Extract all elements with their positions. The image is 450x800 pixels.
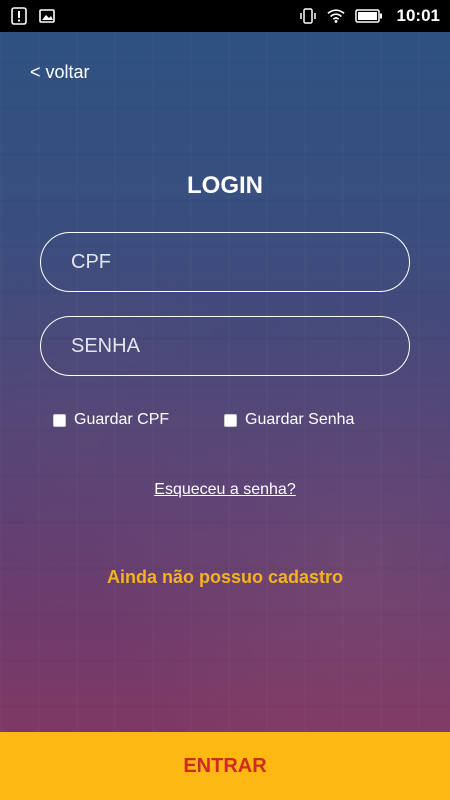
login-screen: 10:01 < voltar LOGIN Guardar CPF Guardar… [0, 0, 450, 800]
cpf-input[interactable] [40, 232, 410, 292]
checkbox-box[interactable] [224, 413, 237, 427]
remember-password-label: Guardar Senha [245, 411, 355, 428]
password-input[interactable] [40, 316, 410, 376]
page-title: LOGIN [187, 172, 263, 199]
back-link[interactable]: < voltar [30, 62, 90, 83]
status-left [10, 7, 56, 25]
status-right: 10:01 [299, 6, 440, 26]
status-time: 10:01 [396, 6, 440, 25]
remember-cpf-checkbox[interactable]: Guardar CPF [53, 411, 169, 429]
wifi-icon [326, 7, 345, 25]
remember-cpf-label: Guardar CPF [74, 411, 170, 428]
forgot-password-link[interactable]: Esqueceu a senha? [0, 481, 450, 499]
remember-password-checkbox[interactable]: Guardar Senha [224, 411, 354, 429]
alert-icon [10, 7, 28, 25]
battery-icon [354, 7, 383, 25]
image-icon [38, 7, 56, 25]
register-link[interactable]: Ainda não possuo cadastro [0, 567, 450, 588]
status-bar: 10:01 [0, 0, 450, 32]
background-image [0, 0, 450, 800]
enter-button[interactable]: ENTRAR [0, 732, 450, 800]
checkbox-box[interactable] [53, 413, 66, 427]
vibrate-icon [299, 7, 317, 25]
